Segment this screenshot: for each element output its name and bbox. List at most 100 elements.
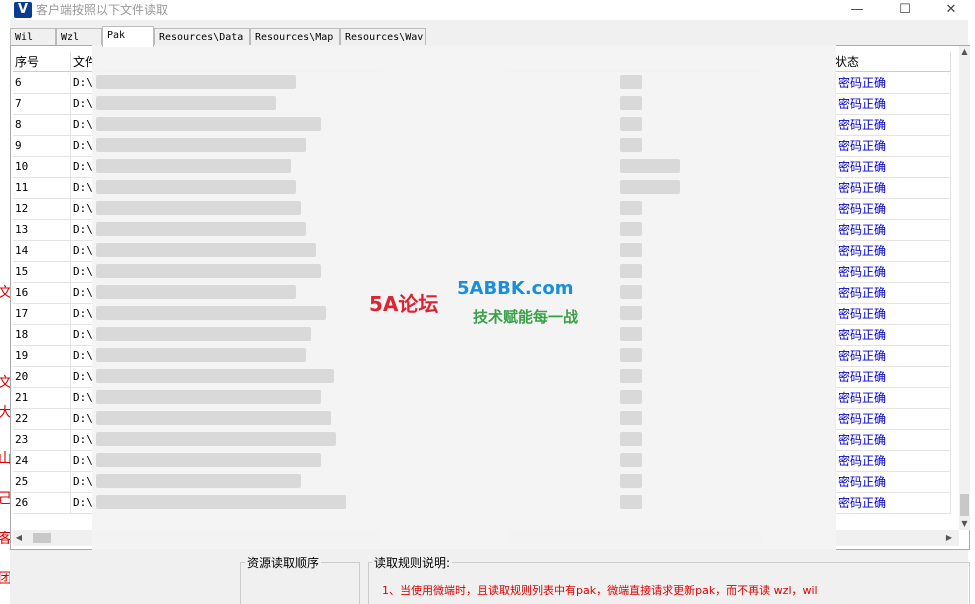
redaction-bar (620, 243, 642, 257)
cell-status: 密码正确 (835, 451, 951, 471)
background-text: 己 (0, 491, 10, 507)
redaction-bar (620, 222, 642, 236)
window-title: 客户端按照以下文件读取 (36, 3, 169, 17)
background-text: 团 (0, 571, 10, 587)
redaction-bar (96, 264, 321, 278)
cell-status: 密码正确 (835, 409, 951, 429)
cell-seq: 22 (13, 409, 71, 429)
watermark: 5A论坛 5ABBK.com 技术赋能每一战 (365, 268, 615, 338)
maximize-button[interactable]: ☐ (882, 0, 928, 20)
cell-status: 密码正确 (835, 472, 951, 492)
cell-seq: 9 (13, 136, 71, 156)
redaction-bar (620, 411, 642, 425)
scroll-up-icon[interactable]: ▲ (959, 46, 970, 58)
tab-resources-map[interactable]: Resources\Map (250, 28, 340, 46)
redaction-bar (96, 495, 346, 509)
cell-status: 密码正确 (835, 262, 951, 282)
redaction-bar (620, 369, 642, 383)
redaction-bar (620, 453, 642, 467)
redaction-bar (96, 96, 276, 110)
watermark-site: 5ABBK.com (457, 278, 574, 299)
redaction-bar (620, 75, 642, 89)
scroll-thumb[interactable] (960, 494, 969, 516)
minimize-button[interactable]: — (834, 0, 880, 20)
redaction-bar (620, 285, 642, 299)
background-window-strip: 文 文 大 山 己 客 团 (0, 20, 10, 604)
cell-status: 密码正确 (835, 220, 951, 240)
cell-seq: 26 (13, 493, 71, 513)
cell-seq: 16 (13, 283, 71, 303)
watermark-logo: 5A论坛 (369, 292, 439, 316)
redaction-bar (620, 180, 680, 194)
cell-status: 密码正确 (835, 157, 951, 177)
scroll-thumb[interactable] (33, 533, 51, 543)
bottom-panel: 资源读取顺序 读取规则说明: 1、当使用微端时，且读取规则列表中有pak，微端直… (10, 550, 970, 604)
watermark-slogan: 技术赋能每一战 (473, 308, 579, 326)
redaction-bar (96, 222, 306, 236)
redaction-bar (620, 159, 680, 173)
redaction-bar (96, 327, 311, 341)
column-header-seq[interactable]: 序号 (13, 52, 71, 72)
cell-status: 密码正确 (835, 325, 951, 345)
cell-status: 密码正确 (835, 367, 951, 387)
scroll-right-icon[interactable]: ▶ (943, 530, 955, 546)
redaction-bar (620, 264, 642, 278)
redaction-bar (96, 474, 301, 488)
title-bar: V 客户端按照以下文件读取 — ☐ ✕ (0, 0, 975, 20)
cell-status: 密码正确 (835, 430, 951, 450)
tab-wil[interactable]: Wil (10, 28, 56, 46)
redaction-bar (620, 474, 642, 488)
column-header-status[interactable]: 状态 (833, 52, 951, 72)
rules-label: 读取规则说明: (372, 554, 453, 571)
redaction-bar (620, 138, 642, 152)
background-text: 大 (0, 405, 10, 421)
redaction-bar (96, 201, 301, 215)
cell-seq: 19 (13, 346, 71, 366)
redaction-bar (96, 117, 321, 131)
redaction-bar (96, 75, 296, 89)
redaction-bar (620, 495, 642, 509)
redaction-bar (620, 348, 642, 362)
tab-resources-wav[interactable]: Resources\Wav (340, 28, 426, 46)
cell-seq: 21 (13, 388, 71, 408)
tab-pak[interactable]: Pak (102, 26, 154, 47)
redaction-bar (96, 180, 296, 194)
scroll-down-icon[interactable]: ▼ (959, 518, 970, 530)
redaction-bar (96, 432, 336, 446)
tab-wzl[interactable]: Wzl (56, 28, 102, 46)
background-text: 客 (0, 531, 10, 547)
redaction-bar (96, 138, 306, 152)
cell-seq: 6 (13, 73, 71, 93)
cell-seq: 14 (13, 241, 71, 261)
cell-status: 密码正确 (835, 94, 951, 114)
background-text: 文 (0, 285, 10, 301)
redaction-bar (96, 348, 306, 362)
cell-status: 密码正确 (835, 388, 951, 408)
cell-seq: 7 (13, 94, 71, 114)
cell-seq: 25 (13, 472, 71, 492)
cell-seq: 13 (13, 220, 71, 240)
vertical-scrollbar[interactable]: ▲ ▼ (959, 46, 970, 530)
cell-seq: 18 (13, 325, 71, 345)
cell-status: 密码正确 (835, 115, 951, 135)
cell-status: 密码正确 (835, 283, 951, 303)
close-button[interactable]: ✕ (928, 0, 974, 20)
tab-resources-data[interactable]: Resources\Data (154, 28, 250, 46)
background-text: 文 (0, 375, 10, 391)
redaction-bar (620, 117, 642, 131)
redaction-bar (96, 159, 291, 173)
cell-status: 密码正确 (835, 304, 951, 324)
cell-seq: 23 (13, 430, 71, 450)
cell-status: 密码正确 (835, 73, 951, 93)
cell-seq: 20 (13, 367, 71, 387)
redaction-bar (96, 453, 321, 467)
cell-status: 密码正确 (835, 178, 951, 198)
cell-seq: 15 (13, 262, 71, 282)
background-text: 山 (0, 451, 10, 467)
cell-seq: 12 (13, 199, 71, 219)
cell-seq: 17 (13, 304, 71, 324)
redaction-bar (620, 432, 642, 446)
scroll-left-icon[interactable]: ◀ (13, 530, 25, 546)
redaction-bar (96, 285, 296, 299)
redaction-bar (96, 411, 331, 425)
